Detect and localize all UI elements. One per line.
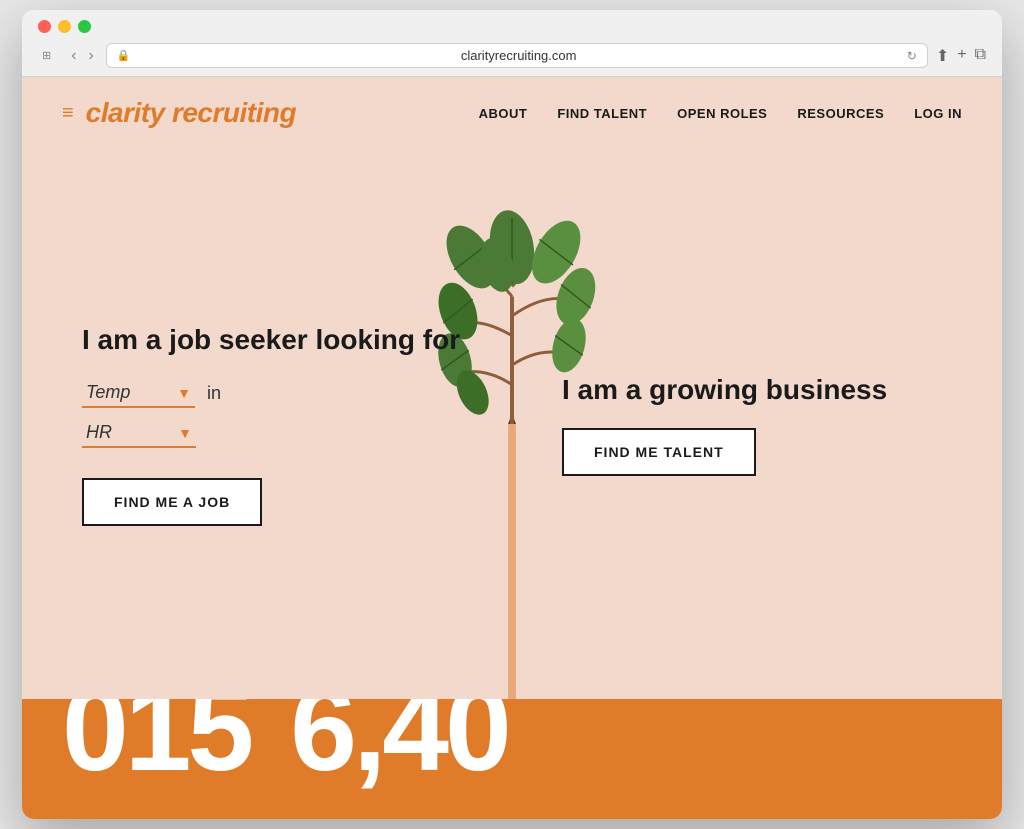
field-row: HR Marketing Finance Tech Sales ▼ (82, 418, 462, 448)
maximize-button[interactable] (78, 20, 91, 33)
nav-about[interactable]: ABOUT (479, 106, 528, 121)
nav-log-in[interactable]: LOG IN (914, 106, 962, 121)
nav-left: ≡ clarity recruiting (62, 97, 479, 129)
job-type-select-wrapper: Temp Full-Time Part-Time Contract ▼ (82, 378, 195, 408)
field-select-wrapper: HR Marketing Finance Tech Sales ▼ (82, 418, 196, 448)
minimize-button[interactable] (58, 20, 71, 33)
browser-action-buttons: ⬆ + ⧉ (936, 46, 986, 66)
browser-toolbar: ⊞ ‹ › 🔒 clarityrecruiting.com ↻ ⬆ + ⧉ (38, 43, 986, 68)
nav-find-talent[interactable]: FIND TALENT (557, 106, 647, 121)
nav-buttons: ‹ › (67, 45, 98, 67)
hero-left: I am a job seeker looking for Temp Full-… (22, 149, 522, 699)
find-me-job-button[interactable]: FIND ME A JOB (82, 478, 262, 526)
hero-right: I am a growing business FIND ME TALENT (522, 149, 1002, 699)
site-logo: clarity recruiting (86, 97, 296, 129)
close-button[interactable] (38, 20, 51, 33)
browser-window: ⊞ ‹ › 🔒 clarityrecruiting.com ↻ ⬆ + ⧉ ≡ (22, 10, 1002, 819)
field-select[interactable]: HR Marketing Finance Tech Sales (82, 418, 196, 448)
forward-button[interactable]: › (85, 45, 98, 67)
sidebar-toggle-icon[interactable]: ⊞ (38, 47, 55, 64)
address-bar[interactable]: 🔒 clarityrecruiting.com ↻ (106, 43, 928, 68)
traffic-lights (38, 20, 986, 33)
find-me-talent-button[interactable]: FIND ME TALENT (562, 428, 756, 476)
business-heading: I am a growing business (562, 372, 942, 408)
new-tab-icon[interactable]: + (957, 46, 966, 66)
job-type-select[interactable]: Temp Full-Time Part-Time Contract (82, 378, 195, 408)
site-navigation: ≡ clarity recruiting ABOUT FIND TALENT O… (22, 77, 1002, 149)
refresh-icon[interactable]: ↻ (907, 49, 917, 63)
back-button[interactable]: ‹ (67, 45, 80, 67)
stat-number-1: 015 (62, 699, 250, 789)
tabs-icon[interactable]: ⧉ (975, 46, 986, 66)
in-label: in (207, 383, 221, 404)
hero-section: I am a job seeker looking for Temp Full-… (22, 149, 1002, 699)
job-seeker-heading: I am a job seeker looking for (82, 322, 462, 358)
hamburger-menu-icon[interactable]: ≡ (62, 102, 74, 125)
window-controls: ⊞ (38, 47, 55, 64)
stats-section: 015 6,40 (22, 699, 1002, 819)
job-type-row: Temp Full-Time Part-Time Contract ▼ in (82, 378, 462, 408)
nav-resources[interactable]: RESOURCES (797, 106, 884, 121)
nav-open-roles[interactable]: OPEN ROLES (677, 106, 767, 121)
security-icon: 🔒 (117, 49, 131, 62)
browser-chrome: ⊞ ‹ › 🔒 clarityrecruiting.com ↻ ⬆ + ⧉ (22, 10, 1002, 77)
stat-number-2: 6,40 (290, 699, 508, 789)
nav-links: ABOUT FIND TALENT OPEN ROLES RESOURCES L… (479, 106, 962, 121)
share-icon[interactable]: ⬆ (936, 46, 949, 66)
page-content: ≡ clarity recruiting ABOUT FIND TALENT O… (22, 77, 1002, 819)
job-seeker-form: Temp Full-Time Part-Time Contract ▼ in (82, 378, 462, 448)
url-display: clarityrecruiting.com (137, 48, 901, 63)
